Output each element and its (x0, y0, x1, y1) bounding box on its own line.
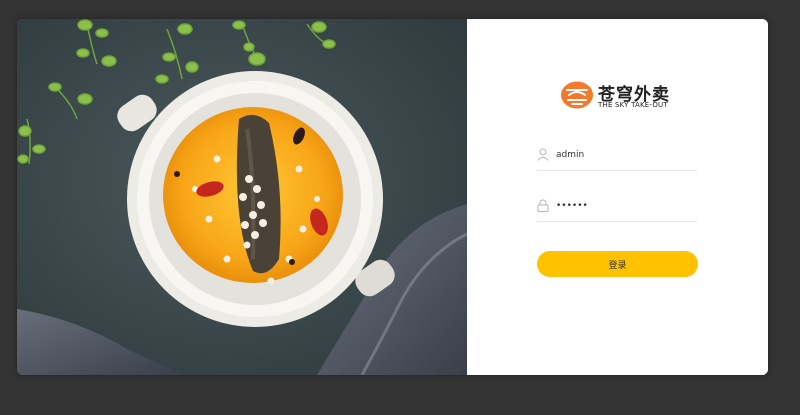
login-panel: 苍穹外卖 THE SKY TAKE-OUT 登录 (467, 19, 768, 375)
login-button[interactable]: 登录 (537, 251, 698, 277)
login-card: 苍穹外卖 THE SKY TAKE-OUT 登录 (17, 19, 768, 375)
brand-logo: 苍穹外卖 THE SKY TAKE-OUT (561, 79, 711, 115)
lock-icon (537, 199, 549, 212)
food-photo-illustration (17, 19, 467, 375)
brand-name-en: THE SKY TAKE-OUT (598, 101, 668, 109)
user-icon (537, 148, 549, 161)
password-input[interactable] (556, 197, 691, 215)
password-field (537, 195, 697, 222)
username-field (537, 144, 697, 171)
soup-dish-photo (17, 19, 467, 375)
sky-takeout-logo-icon (561, 81, 593, 109)
username-input[interactable] (556, 146, 691, 164)
